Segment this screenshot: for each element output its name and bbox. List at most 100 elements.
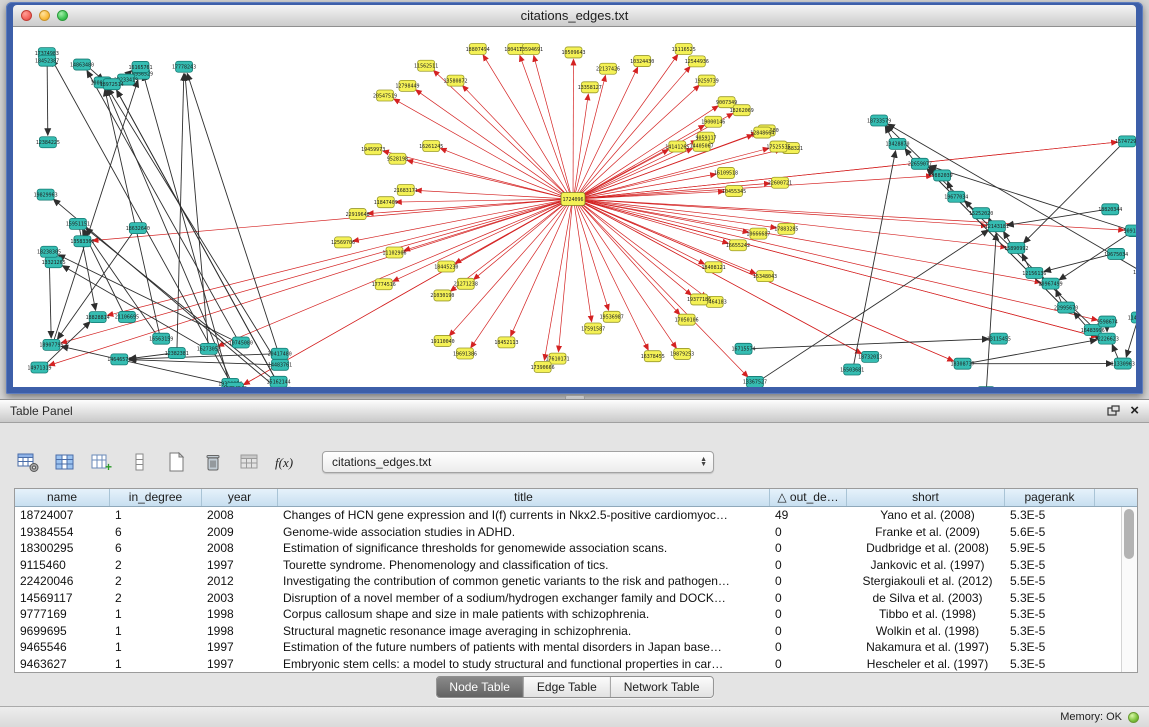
- table-cell: Tibbo et al. (1998): [847, 607, 1005, 621]
- table-cell: Embryonic stem cells: a model to study s…: [278, 657, 770, 671]
- svg-text:22659077: 22659077: [908, 162, 932, 168]
- svg-text:16109518: 16109518: [714, 171, 738, 177]
- select-columns-icon[interactable]: [51, 449, 79, 475]
- svg-text:11116525: 11116525: [672, 47, 696, 53]
- table-cell: 1997: [202, 657, 278, 671]
- column-header-title[interactable]: title: [278, 489, 770, 506]
- table-cell: 0: [770, 574, 847, 588]
- table-settings-icon[interactable]: [14, 449, 42, 475]
- tab-network-table[interactable]: Network Table: [611, 677, 713, 697]
- column-header-short[interactable]: short: [847, 489, 1005, 506]
- svg-text:15252020: 15252020: [969, 211, 993, 217]
- svg-text:19000146: 19000146: [701, 120, 725, 126]
- svg-text:18732013: 18732013: [858, 355, 882, 361]
- svg-text:18807494: 18807494: [466, 47, 490, 53]
- node-table: namein_degreeyeartitle△ out_de…shortpage…: [14, 488, 1138, 673]
- svg-text:10455345: 10455345: [722, 189, 746, 195]
- column-header-out_de[interactable]: △ out_de…: [770, 489, 847, 506]
- svg-text:19677034: 19677034: [944, 195, 968, 201]
- tab-node-table[interactable]: Node Table: [436, 677, 524, 697]
- column-header-pagerank[interactable]: pagerank: [1005, 489, 1095, 506]
- svg-text:19691386: 19691386: [453, 351, 477, 357]
- table-cell: 1: [110, 624, 202, 638]
- zoom-window-button[interactable]: [57, 10, 68, 21]
- table-cell: Changes of HCN gene expression and I(f) …: [278, 508, 770, 522]
- svg-text:15743601: 15743601: [1133, 270, 1136, 276]
- svg-text:14405067: 14405067: [690, 144, 714, 150]
- table-cell: 5.3E-5: [1005, 591, 1095, 605]
- svg-text:13583366: 13583366: [70, 239, 94, 245]
- close-window-button[interactable]: [21, 10, 32, 21]
- svg-text:18408121: 18408121: [702, 265, 726, 271]
- svg-text:19259739: 19259739: [695, 78, 719, 84]
- import-table-icon[interactable]: [236, 449, 264, 475]
- table-cell: Franke et al. (2009): [847, 525, 1005, 539]
- svg-text:9598674: 9598674: [1097, 319, 1118, 325]
- column-header-year[interactable]: year: [202, 489, 278, 506]
- table-cell: Stergiakouli et al. (2012): [847, 574, 1005, 588]
- column-header-in_degree[interactable]: in_degree: [110, 489, 202, 506]
- network-window-titlebar[interactable]: citations_edges.txt: [13, 5, 1136, 27]
- table-cell: 9463627: [15, 657, 110, 671]
- table-cell: 2003: [202, 591, 278, 605]
- svg-text:22919648: 22919648: [346, 212, 370, 218]
- table-row[interactable]: 1830029562008Estimation of significance …: [15, 540, 1122, 557]
- table-cell: Wolkin et al. (1998): [847, 624, 1005, 638]
- table-cell: 2008: [202, 508, 278, 522]
- table-cell: 0: [770, 640, 847, 654]
- tab-edge-table[interactable]: Edge Table: [524, 677, 611, 697]
- table-row[interactable]: 977716911998Corpus callosum shape and si…: [15, 606, 1122, 623]
- new-table-icon[interactable]: [162, 449, 190, 475]
- table-row[interactable]: 1456911722003Disruption of a novel membe…: [15, 590, 1122, 607]
- delete-table-icon[interactable]: [199, 449, 227, 475]
- table-row[interactable]: 2242004622012Investigating the contribut…: [15, 573, 1122, 590]
- table-cell: Genome-wide association studies in ADHD.: [278, 525, 770, 539]
- table-row[interactable]: 946362711997Embryonic stem cells: a mode…: [15, 656, 1122, 673]
- svg-text:18907795: 18907795: [39, 343, 63, 349]
- svg-text:14646570: 14646570: [107, 357, 131, 363]
- table-cell: 2012: [202, 574, 278, 588]
- svg-text:19459973: 19459973: [361, 147, 385, 153]
- svg-text:19536987: 19536987: [600, 315, 624, 321]
- table-cell: Jankovic et al. (1997): [847, 558, 1005, 572]
- function-builder-icon[interactable]: f(x): [273, 449, 301, 475]
- close-panel-icon[interactable]: ×: [1130, 404, 1139, 418]
- new-row-icon[interactable]: [125, 449, 153, 475]
- table-cell: Tourette syndrome. Phenomenology and cla…: [278, 558, 770, 572]
- table-cell: Disruption of a novel member of a sodium…: [278, 591, 770, 605]
- svg-text:14863480: 14863480: [70, 62, 94, 68]
- table-row[interactable]: 969969511998Structural magnetic resonanc…: [15, 623, 1122, 640]
- svg-text:16563159: 16563159: [149, 337, 173, 343]
- table-cell: 5.9E-5: [1005, 541, 1095, 555]
- table-cell: 9465546: [15, 640, 110, 654]
- table-row[interactable]: 911546021997Tourette syndrome. Phenomeno…: [15, 557, 1122, 574]
- table-row[interactable]: 946554611997Estimation of the future num…: [15, 639, 1122, 656]
- table-cell: 1: [110, 640, 202, 654]
- svg-text:14141265: 14141265: [665, 144, 689, 150]
- svg-text:15951151: 15951151: [66, 222, 90, 228]
- table-panel-header: Table Panel ×: [0, 400, 1149, 423]
- minimize-window-button[interactable]: [39, 10, 50, 21]
- table-cell: 6: [110, 525, 202, 539]
- new-column-icon[interactable]: +: [88, 449, 116, 475]
- svg-text:22600721: 22600721: [768, 181, 792, 187]
- svg-text:12848664: 12848664: [750, 130, 774, 136]
- svg-text:9882039: 9882039: [932, 173, 953, 179]
- table-cell: 18300295: [15, 541, 110, 555]
- vertical-scrollbar[interactable]: [1121, 507, 1137, 672]
- svg-text:13358127: 13358127: [578, 85, 602, 91]
- network-view[interactable]: 1982996318907795211066951792646518828814…: [13, 27, 1136, 387]
- float-panel-icon[interactable]: [1107, 405, 1120, 417]
- svg-text:16165761: 16165761: [128, 65, 152, 71]
- svg-text:11330963: 11330963: [1111, 361, 1135, 367]
- table-row[interactable]: 1872400712008Changes of HCN gene express…: [15, 507, 1122, 524]
- scrollbar-thumb[interactable]: [1124, 509, 1134, 559]
- svg-text:12384225: 12384225: [36, 140, 60, 146]
- table-row[interactable]: 1938455462009Genome-wide association stu…: [15, 524, 1122, 541]
- svg-text:18632640: 18632640: [126, 226, 150, 232]
- svg-text:21683171: 21683171: [394, 188, 418, 194]
- column-header-name[interactable]: name: [15, 489, 110, 506]
- table-cell: 0: [770, 657, 847, 671]
- svg-text:14971319: 14971319: [27, 365, 51, 371]
- network-table-select[interactable]: citations_edges.txt ▲▼: [322, 451, 714, 473]
